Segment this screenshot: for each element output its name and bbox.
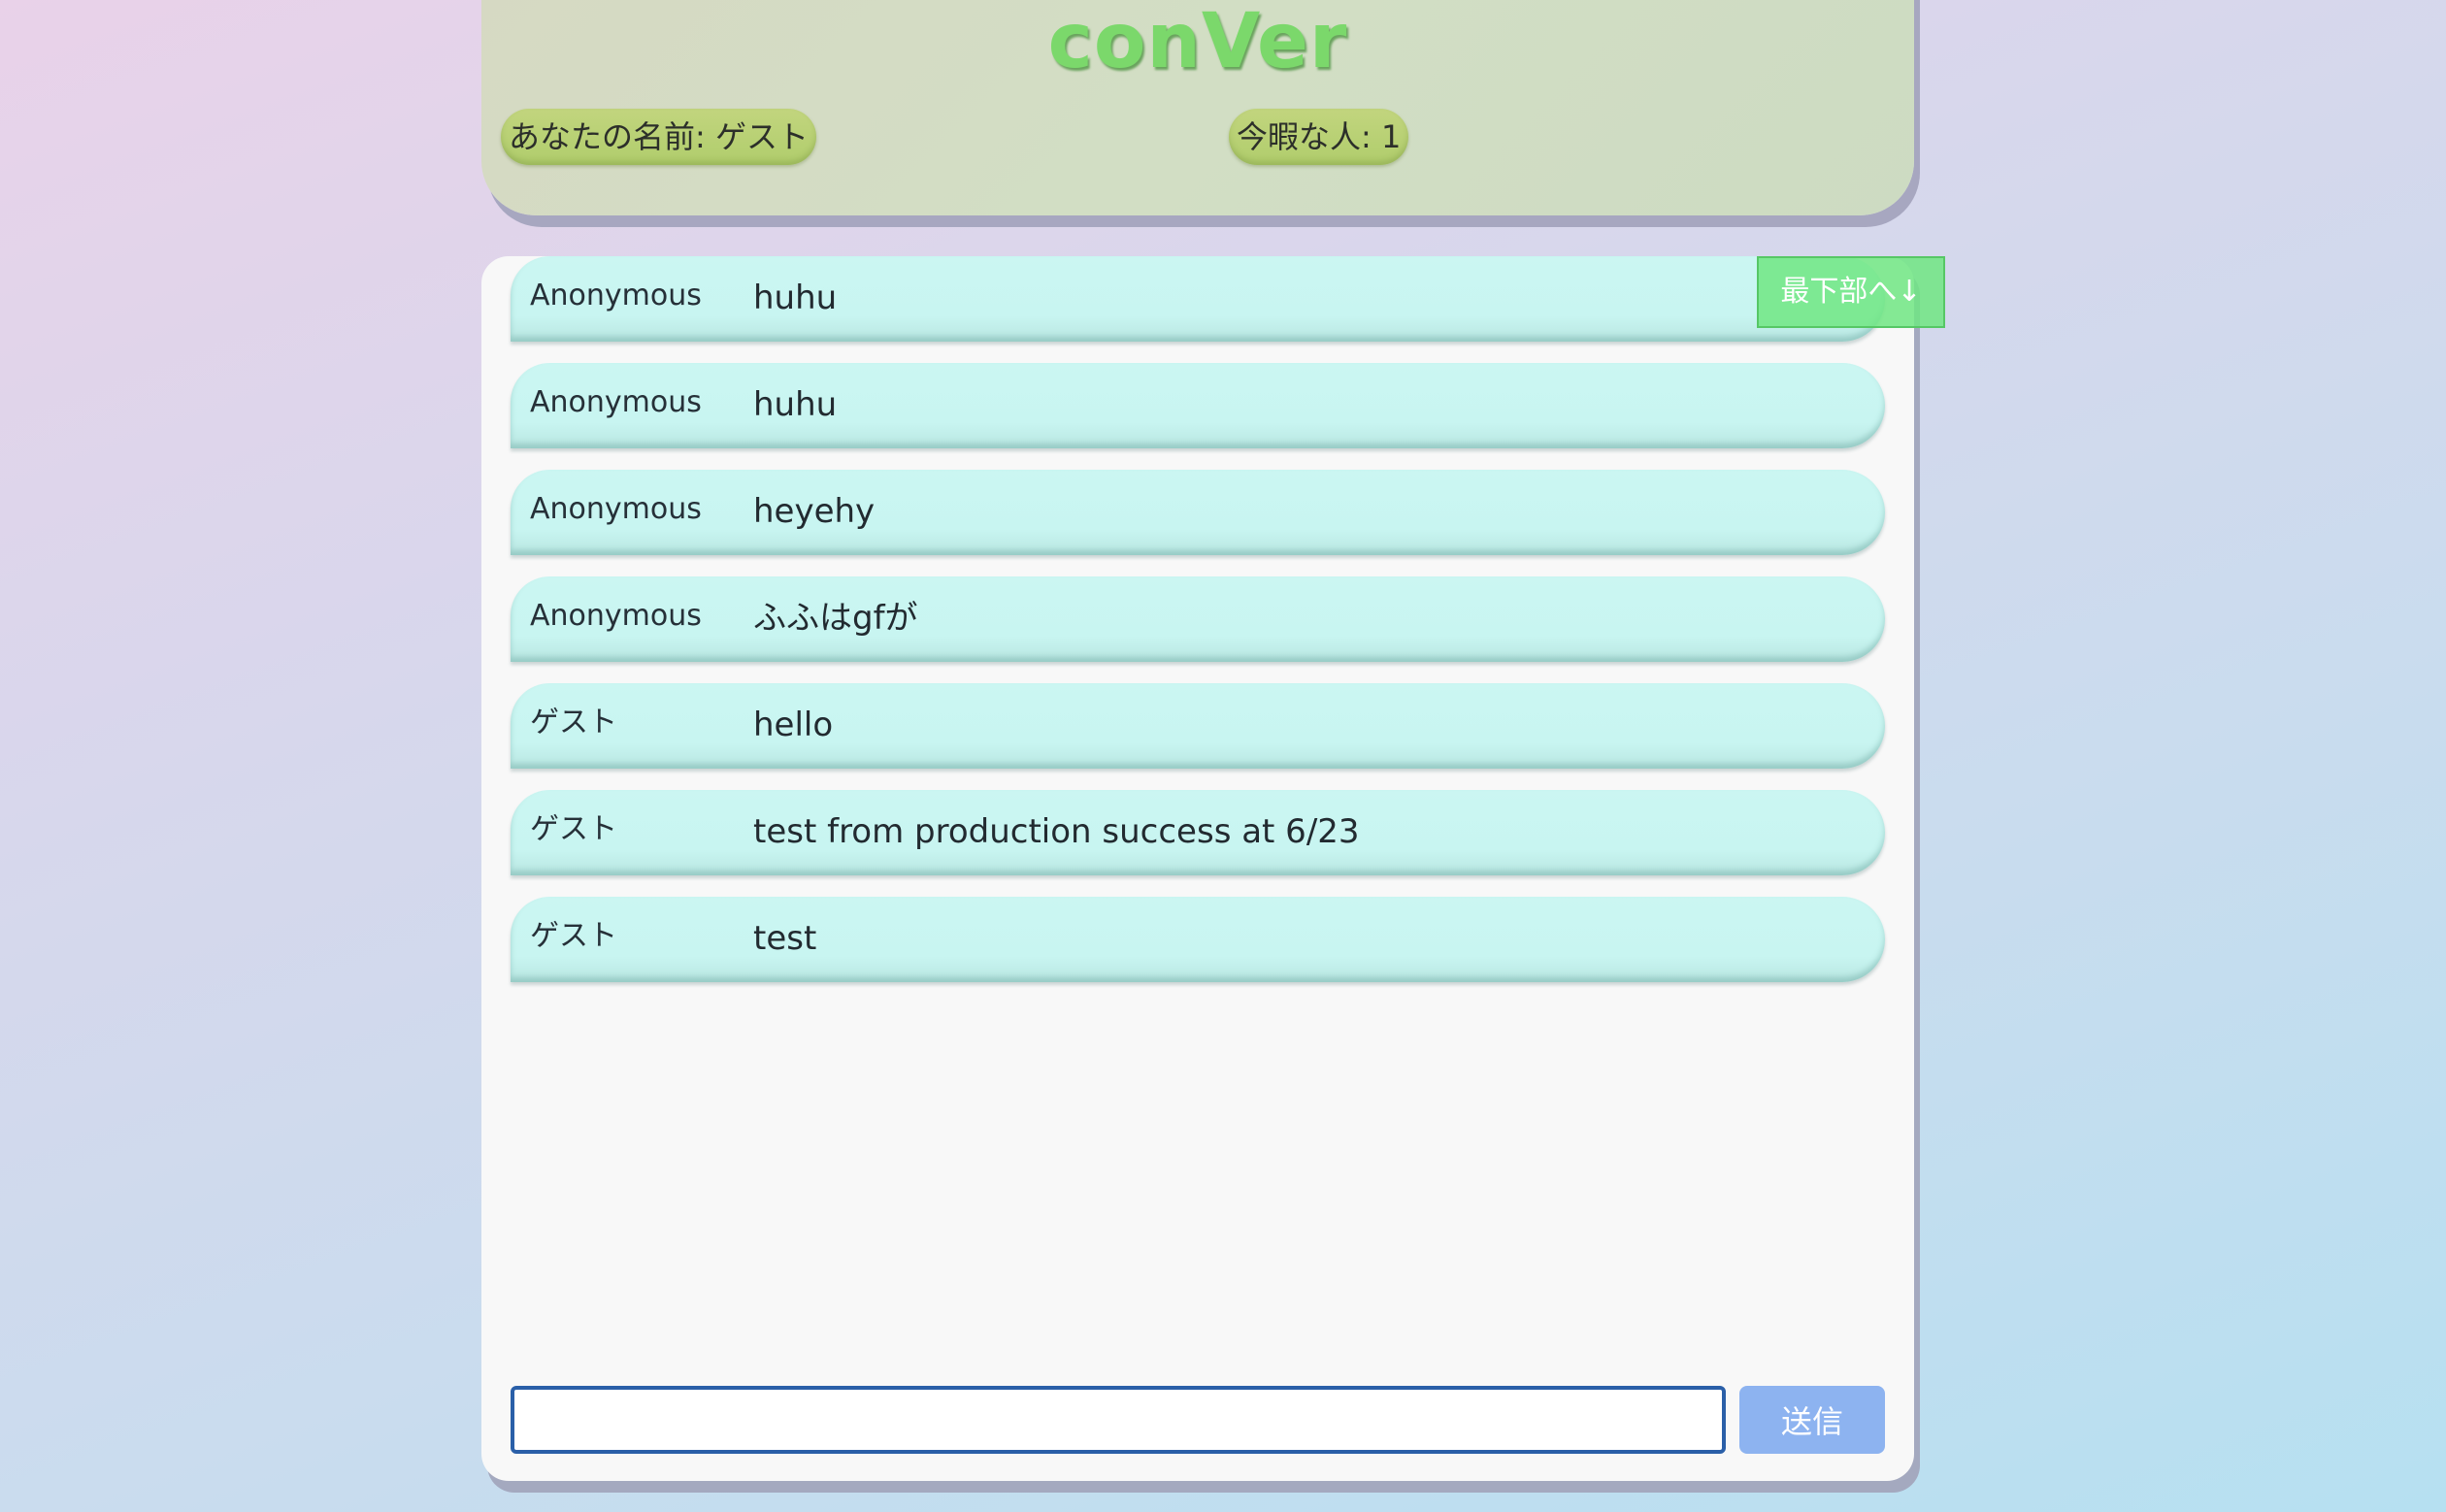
send-button[interactable]: 送信 (1739, 1386, 1885, 1454)
message-text: hello (753, 706, 834, 744)
composer: 送信 (511, 1386, 1885, 1454)
message-author: Anonymous (530, 385, 702, 419)
message-input[interactable] (511, 1386, 1726, 1454)
message-row: Anonymous huhu (511, 363, 1885, 448)
message-row: Anonymous ふふはgfが (511, 576, 1885, 662)
message-author: Anonymous (530, 599, 702, 633)
chat-panel: Anonymous huhu Anonymous huhu Anonymous … (481, 256, 1914, 1481)
app-title: conVer (1047, 0, 1348, 85)
message-author: Anonymous (530, 279, 702, 312)
message-author: ゲスト (530, 919, 617, 953)
message-text: ふふはgfが (753, 599, 918, 638)
user-name-badge: あなたの名前: ゲスト (501, 109, 816, 165)
message-row: ゲスト test from production success at 6/23 (511, 790, 1885, 875)
message-row: ゲスト test (511, 897, 1885, 982)
message-text: huhu (753, 279, 838, 317)
message-row: ゲスト hello (511, 683, 1885, 769)
message-author: Anonymous (530, 492, 702, 526)
message-text: huhu (753, 385, 838, 424)
message-author: ゲスト (530, 706, 617, 740)
scroll-to-bottom-button[interactable]: 最下部へ↓ (1757, 256, 1945, 328)
message-row: Anonymous heyehy (511, 470, 1885, 555)
header-panel: conVer あなたの名前: ゲスト 今暇な人: 1 (481, 0, 1914, 215)
message-text: test (753, 919, 817, 958)
idle-count-badge: 今暇な人: 1 (1229, 109, 1409, 165)
message-text: heyehy (753, 492, 876, 531)
message-text: test from production success at 6/23 (753, 812, 1360, 851)
message-author: ゲスト (530, 812, 617, 846)
message-row: Anonymous huhu (511, 256, 1885, 342)
message-list[interactable]: Anonymous huhu Anonymous huhu Anonymous … (511, 256, 1885, 1003)
